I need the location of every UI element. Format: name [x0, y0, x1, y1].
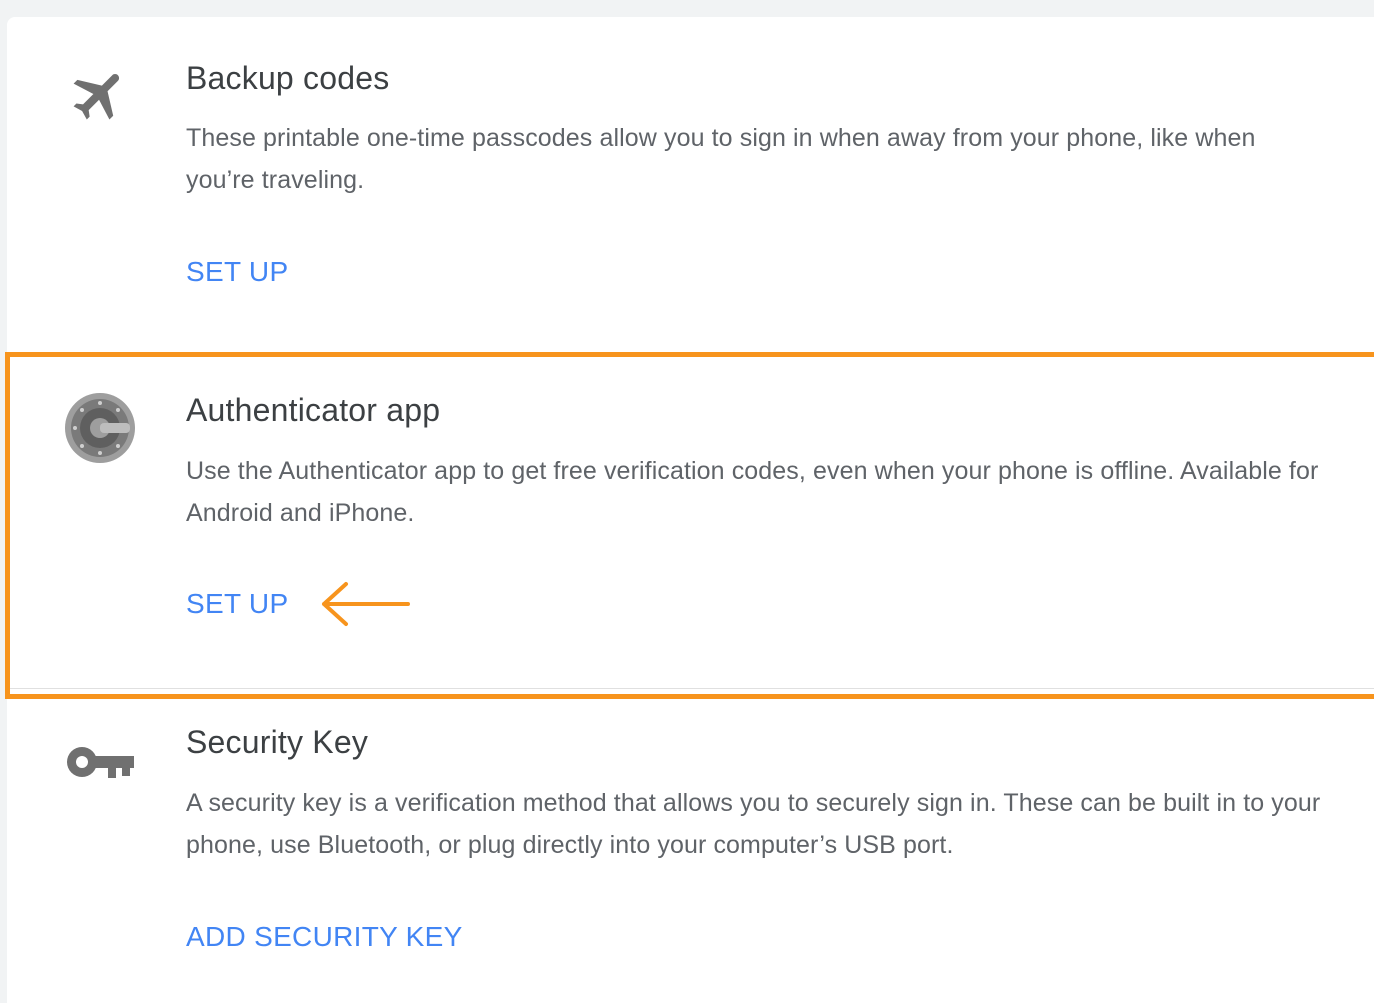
method-title: Security Key	[186, 724, 369, 760]
set-up-backup-codes-button[interactable]: SET UP	[186, 256, 288, 288]
method-title: Backup codes	[186, 60, 390, 96]
method-description: These printable one-time passcodes allow…	[186, 124, 1256, 194]
set-up-authenticator-button[interactable]: SET UP	[186, 588, 288, 620]
method-description: A security key is a verification method …	[186, 789, 1321, 859]
add-security-key-button[interactable]: ADD SECURITY KEY	[186, 921, 463, 953]
left-arrow-icon	[322, 582, 410, 626]
method-description: Use the Authenticator app to get free ve…	[186, 457, 1319, 527]
section-divider	[7, 688, 1374, 689]
google-authenticator-icon	[60, 388, 140, 468]
airplane-icon	[60, 55, 140, 135]
key-icon	[60, 724, 140, 804]
method-title: Authenticator app	[186, 392, 441, 428]
